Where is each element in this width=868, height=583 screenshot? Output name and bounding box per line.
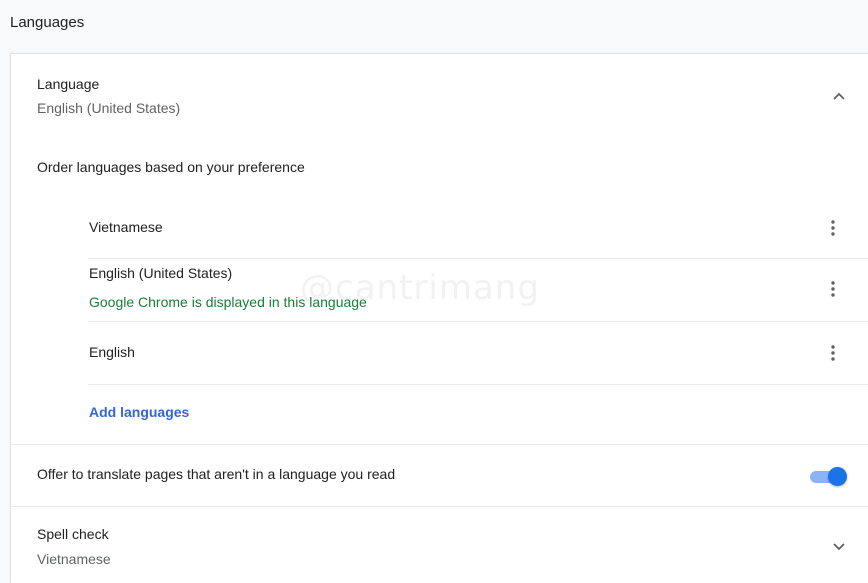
language-item-english-us: English (United States) Google Chrome is… <box>88 259 868 322</box>
language-value: English (United States) <box>37 100 181 116</box>
divider <box>11 444 868 445</box>
language-item-vietnamese: Vietnamese <box>88 196 868 259</box>
language-title: Language <box>37 76 100 92</box>
more-vert-icon[interactable] <box>823 277 843 301</box>
language-name: English <box>89 344 135 360</box>
toggle-knob <box>828 467 847 486</box>
language-name: English (United States) <box>89 265 233 281</box>
spell-check-value: Vietnamese <box>37 551 111 567</box>
more-vert-icon[interactable] <box>823 216 843 240</box>
display-language-note: Google Chrome is displayed in this langu… <box>89 294 367 310</box>
more-vert-icon[interactable] <box>823 341 843 365</box>
order-languages-text: Order languages based on your preference <box>37 159 305 175</box>
offer-translate-toggle[interactable] <box>808 467 848 486</box>
language-row[interactable]: Language English (United States) <box>11 54 868 134</box>
add-languages-link[interactable]: Add languages <box>89 404 189 420</box>
languages-card: Language English (United States) Order l… <box>10 53 868 583</box>
chevron-down-icon[interactable] <box>829 537 849 557</box>
section-title: Languages <box>10 14 85 31</box>
language-list: Vietnamese English (United States) Googl… <box>88 196 868 385</box>
language-item-english: English <box>88 322 868 385</box>
spell-check-row[interactable]: Spell check Vietnamese <box>11 507 868 583</box>
offer-translate-label: Offer to translate pages that aren't in … <box>37 466 396 482</box>
language-name: Vietnamese <box>89 219 163 235</box>
spell-check-title: Spell check <box>37 526 109 542</box>
chevron-up-icon[interactable] <box>829 86 849 106</box>
